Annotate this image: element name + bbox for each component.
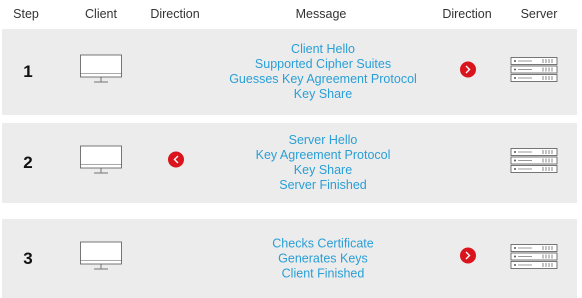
message-line: Server Finished <box>279 178 367 192</box>
message-line: Client Finished <box>281 266 365 281</box>
message-line: Key Agreement Protocol <box>255 148 391 162</box>
message-list: Client Hello Supported Cipher Suites Gue… <box>229 42 417 102</box>
header-step: Step <box>13 7 39 21</box>
header-server: Server <box>520 7 558 21</box>
chevron-right-icon <box>459 61 477 84</box>
message-list: Server Hello Key Agreement Protocol Key … <box>256 133 391 193</box>
step-row-3: 3 Checks Certificate Generates Keys Clie… <box>2 219 577 298</box>
header-message: Message <box>295 7 347 21</box>
header-client: Client <box>85 7 117 21</box>
chevron-left-icon <box>167 151 185 174</box>
message-line: Client Hello <box>291 42 355 56</box>
message-line: Generates Keys <box>278 251 368 266</box>
message-line: Supported Cipher Suites <box>254 57 392 71</box>
message-line: Server Hello <box>288 133 358 147</box>
monitor-icon <box>79 54 123 91</box>
step-row-1: 1 Client Hello Supported Cipher Suites G… <box>2 29 577 115</box>
header-direction-right: Direction <box>442 7 492 21</box>
monitor-icon <box>79 145 123 182</box>
message-line: Guesses Key Agreement Protocol <box>229 72 417 86</box>
header-direction-left: Direction <box>150 7 200 21</box>
step-number: 3 <box>23 249 33 268</box>
server-icon <box>510 57 558 88</box>
step-number: 1 <box>23 62 33 81</box>
step-row-2: 2 Server Hello Key Agreement Protocol Ke… <box>2 123 577 203</box>
monitor-icon <box>79 241 123 278</box>
step-number: 2 <box>23 153 33 172</box>
message-list: Checks Certificate Generates Keys Client… <box>272 237 373 282</box>
message-line: Key Share <box>293 163 353 177</box>
server-icon <box>510 148 558 179</box>
table-header: Step Client Direction Message Direction … <box>0 0 582 26</box>
message-line: Checks Certificate <box>272 236 374 251</box>
chevron-right-icon <box>459 247 477 270</box>
server-icon <box>510 244 558 275</box>
message-line: Key Share <box>293 87 353 101</box>
